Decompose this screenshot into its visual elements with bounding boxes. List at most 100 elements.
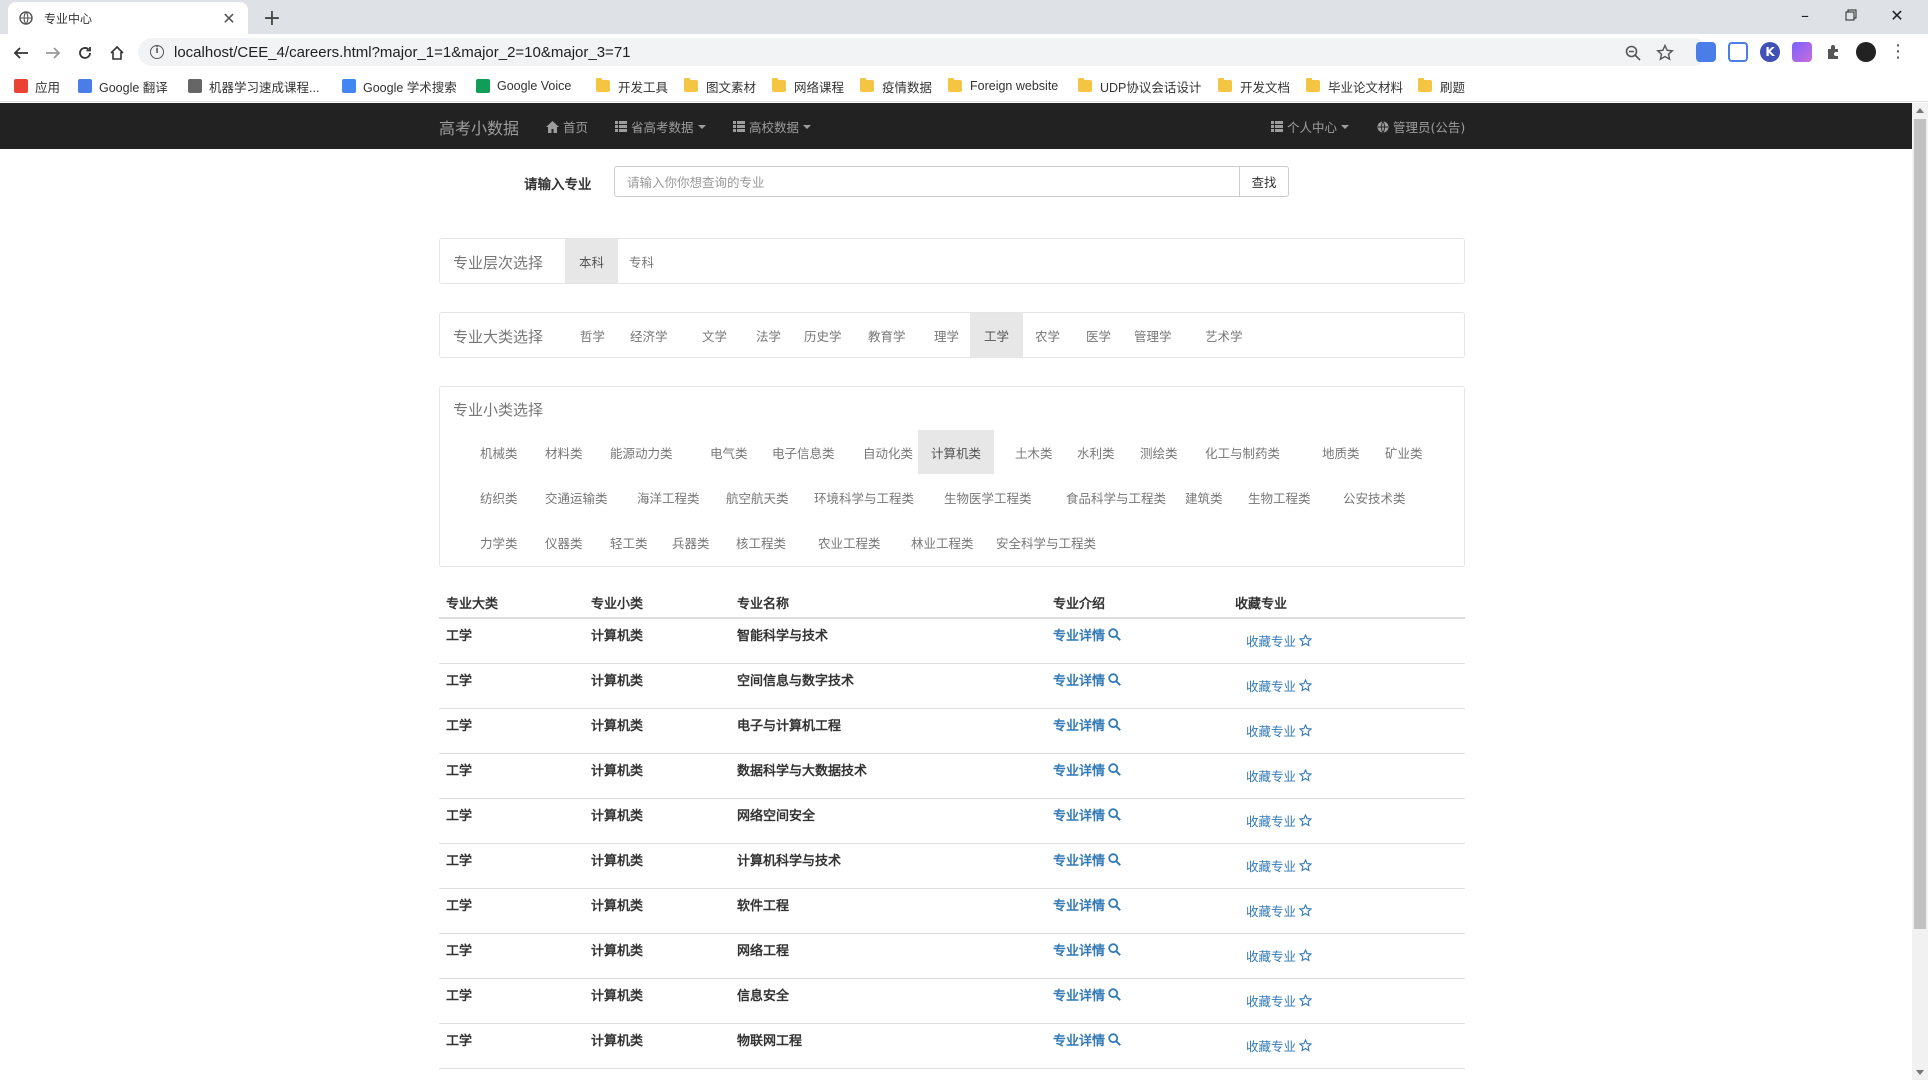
subcategory-option[interactable]: 能源动力类 <box>597 430 686 474</box>
close-tab-icon[interactable]: ✕ <box>220 9 238 28</box>
favorite-major-link[interactable]: 收藏专业 <box>1246 901 1313 920</box>
nav-personal-center[interactable]: 个人中心 <box>1271 117 1350 136</box>
subcategory-option[interactable]: 航空航天类 <box>713 475 802 519</box>
minimize-button[interactable]: – <box>1782 0 1828 30</box>
bookmark-item[interactable]: UDP协议会话设计 <box>1078 77 1201 95</box>
back-arrow-icon[interactable] <box>8 40 34 66</box>
bookmark-item[interactable]: 网络课程 <box>772 77 844 95</box>
level-option-junior-college[interactable]: 专科 <box>615 239 668 283</box>
nav-home[interactable]: 首页 <box>546 117 588 136</box>
subcategory-option[interactable]: 纺织类 <box>467 475 531 519</box>
level-option-undergraduate[interactable]: 本科 <box>565 239 619 283</box>
pen-extension-icon[interactable] <box>1792 42 1812 62</box>
nav-admin[interactable]: 管理员(公告) <box>1377 117 1465 136</box>
scroll-down-arrow-icon[interactable] <box>1916 1070 1924 1075</box>
subcategory-option[interactable]: 生物工程类 <box>1235 475 1324 519</box>
favorite-major-link[interactable]: 收藏专业 <box>1246 946 1313 965</box>
subcategory-option[interactable]: 环境科学与工程类 <box>801 475 927 519</box>
subcategory-option[interactable]: 电子信息类 <box>759 430 848 474</box>
bookmark-item[interactable]: 应用 <box>14 77 60 95</box>
major-detail-link[interactable]: 专业详情 <box>1053 1030 1121 1049</box>
major-detail-link[interactable]: 专业详情 <box>1053 985 1121 1004</box>
reload-icon[interactable] <box>72 40 98 66</box>
subcategory-option[interactable]: 计算机类 <box>918 430 995 474</box>
subcategory-option[interactable]: 仪器类 <box>532 520 596 564</box>
category-option[interactable]: 教育学 <box>854 313 920 357</box>
browser-tab[interactable]: 专业中心 ✕ <box>8 2 248 34</box>
address-bar[interactable]: i localhost/CEE_4/careers.html?major_1=1… <box>138 38 1708 66</box>
new-tab-button[interactable]: + <box>258 4 286 32</box>
category-option[interactable]: 法学 <box>742 313 795 357</box>
forward-arrow-icon[interactable] <box>40 40 66 66</box>
major-detail-link[interactable]: 专业详情 <box>1053 940 1121 959</box>
category-option[interactable]: 文学 <box>688 313 741 357</box>
major-detail-link[interactable]: 专业详情 <box>1053 625 1121 644</box>
brand-logo[interactable]: 高考小数据 <box>439 115 519 139</box>
scrollbar-thumb[interactable] <box>1914 119 1926 929</box>
subcategory-option[interactable]: 食品科学与工程类 <box>1053 475 1179 519</box>
major-detail-link[interactable]: 专业详情 <box>1053 805 1121 824</box>
major-detail-link[interactable]: 专业详情 <box>1053 670 1121 689</box>
category-option[interactable]: 农学 <box>1021 313 1074 357</box>
bookmark-item[interactable]: Google 翻译 <box>78 77 168 95</box>
favorite-major-link[interactable]: 收藏专业 <box>1246 721 1313 740</box>
favorite-major-link[interactable]: 收藏专业 <box>1246 811 1313 830</box>
bookmark-item[interactable]: Google Voice <box>476 77 571 95</box>
subcategory-option[interactable]: 海洋工程类 <box>624 475 713 519</box>
major-detail-link[interactable]: 专业详情 <box>1053 850 1121 869</box>
bookmark-item[interactable]: 刷题 <box>1418 77 1465 95</box>
major-search-input[interactable]: 请输入你你想查询的专业 <box>614 166 1240 197</box>
major-detail-link[interactable]: 专业详情 <box>1053 895 1121 914</box>
favorite-major-link[interactable]: 收藏专业 <box>1246 856 1313 875</box>
subcategory-option[interactable]: 电气类 <box>697 430 761 474</box>
subcategory-option[interactable]: 农业工程类 <box>805 520 894 564</box>
nav-province-data[interactable]: 省高考数据 <box>615 117 706 136</box>
category-option[interactable]: 艺术学 <box>1191 313 1257 357</box>
nav-college-data[interactable]: 高校数据 <box>733 117 812 136</box>
subcategory-option[interactable]: 自动化类 <box>850 430 926 474</box>
category-option[interactable]: 医学 <box>1072 313 1125 357</box>
page-scrollbar[interactable] <box>1912 103 1928 1080</box>
bookmark-item[interactable]: 机器学习速成课程... <box>188 77 319 95</box>
home-icon[interactable] <box>104 40 130 66</box>
subcategory-option[interactable]: 生物医学工程类 <box>931 475 1045 519</box>
subcategory-option[interactable]: 地质类 <box>1309 430 1373 474</box>
subcategory-option[interactable]: 机械类 <box>467 430 531 474</box>
profile-avatar-icon[interactable] <box>1856 42 1876 62</box>
favorite-major-link[interactable]: 收藏专业 <box>1246 631 1313 650</box>
subcategory-option[interactable]: 材料类 <box>532 430 596 474</box>
info-icon[interactable]: i <box>150 45 164 59</box>
category-option[interactable]: 工学 <box>970 313 1024 357</box>
zoom-icon[interactable] <box>1624 44 1642 62</box>
k-extension-icon[interactable]: K <box>1760 42 1780 62</box>
subcategory-option[interactable]: 林业工程类 <box>898 520 987 564</box>
bookmark-item[interactable]: 开发文档 <box>1218 77 1290 95</box>
bookmark-item[interactable]: Foreign website <box>948 77 1058 95</box>
subcategory-option[interactable]: 交通运输类 <box>532 475 621 519</box>
close-window-button[interactable]: ✕ <box>1874 0 1920 30</box>
major-detail-link[interactable]: 专业详情 <box>1053 760 1121 779</box>
subcategory-option[interactable]: 矿业类 <box>1372 430 1436 474</box>
subcategory-option[interactable]: 建筑类 <box>1172 475 1236 519</box>
subcategory-option[interactable]: 力学类 <box>467 520 531 564</box>
bookmark-item[interactable]: 疫情数据 <box>860 77 932 95</box>
favorite-major-link[interactable]: 收藏专业 <box>1246 991 1313 1010</box>
restore-button[interactable] <box>1828 0 1874 30</box>
translate-extension-icon[interactable] <box>1696 42 1716 62</box>
bookmark-item[interactable]: 毕业论文材料 <box>1306 77 1403 95</box>
favorite-major-link[interactable]: 收藏专业 <box>1246 766 1313 785</box>
scroll-up-arrow-icon[interactable] <box>1916 108 1924 113</box>
bookmark-item[interactable]: 开发工具 <box>596 77 668 95</box>
bookmark-item[interactable]: 图文素材 <box>684 77 756 95</box>
subcategory-option[interactable]: 安全科学与工程类 <box>983 520 1109 564</box>
subcategory-option[interactable]: 测绘类 <box>1127 430 1191 474</box>
favorite-major-link[interactable]: 收藏专业 <box>1246 1036 1313 1055</box>
major-detail-link[interactable]: 专业详情 <box>1053 715 1121 734</box>
category-option[interactable]: 历史学 <box>790 313 856 357</box>
subcategory-option[interactable]: 轻工类 <box>597 520 661 564</box>
category-option[interactable]: 经济学 <box>616 313 682 357</box>
screenshot-extension-icon[interactable] <box>1728 42 1748 62</box>
bookmark-item[interactable]: Google 学术搜索 <box>342 77 457 95</box>
category-option[interactable]: 理学 <box>920 313 973 357</box>
subcategory-option[interactable]: 核工程类 <box>723 520 799 564</box>
